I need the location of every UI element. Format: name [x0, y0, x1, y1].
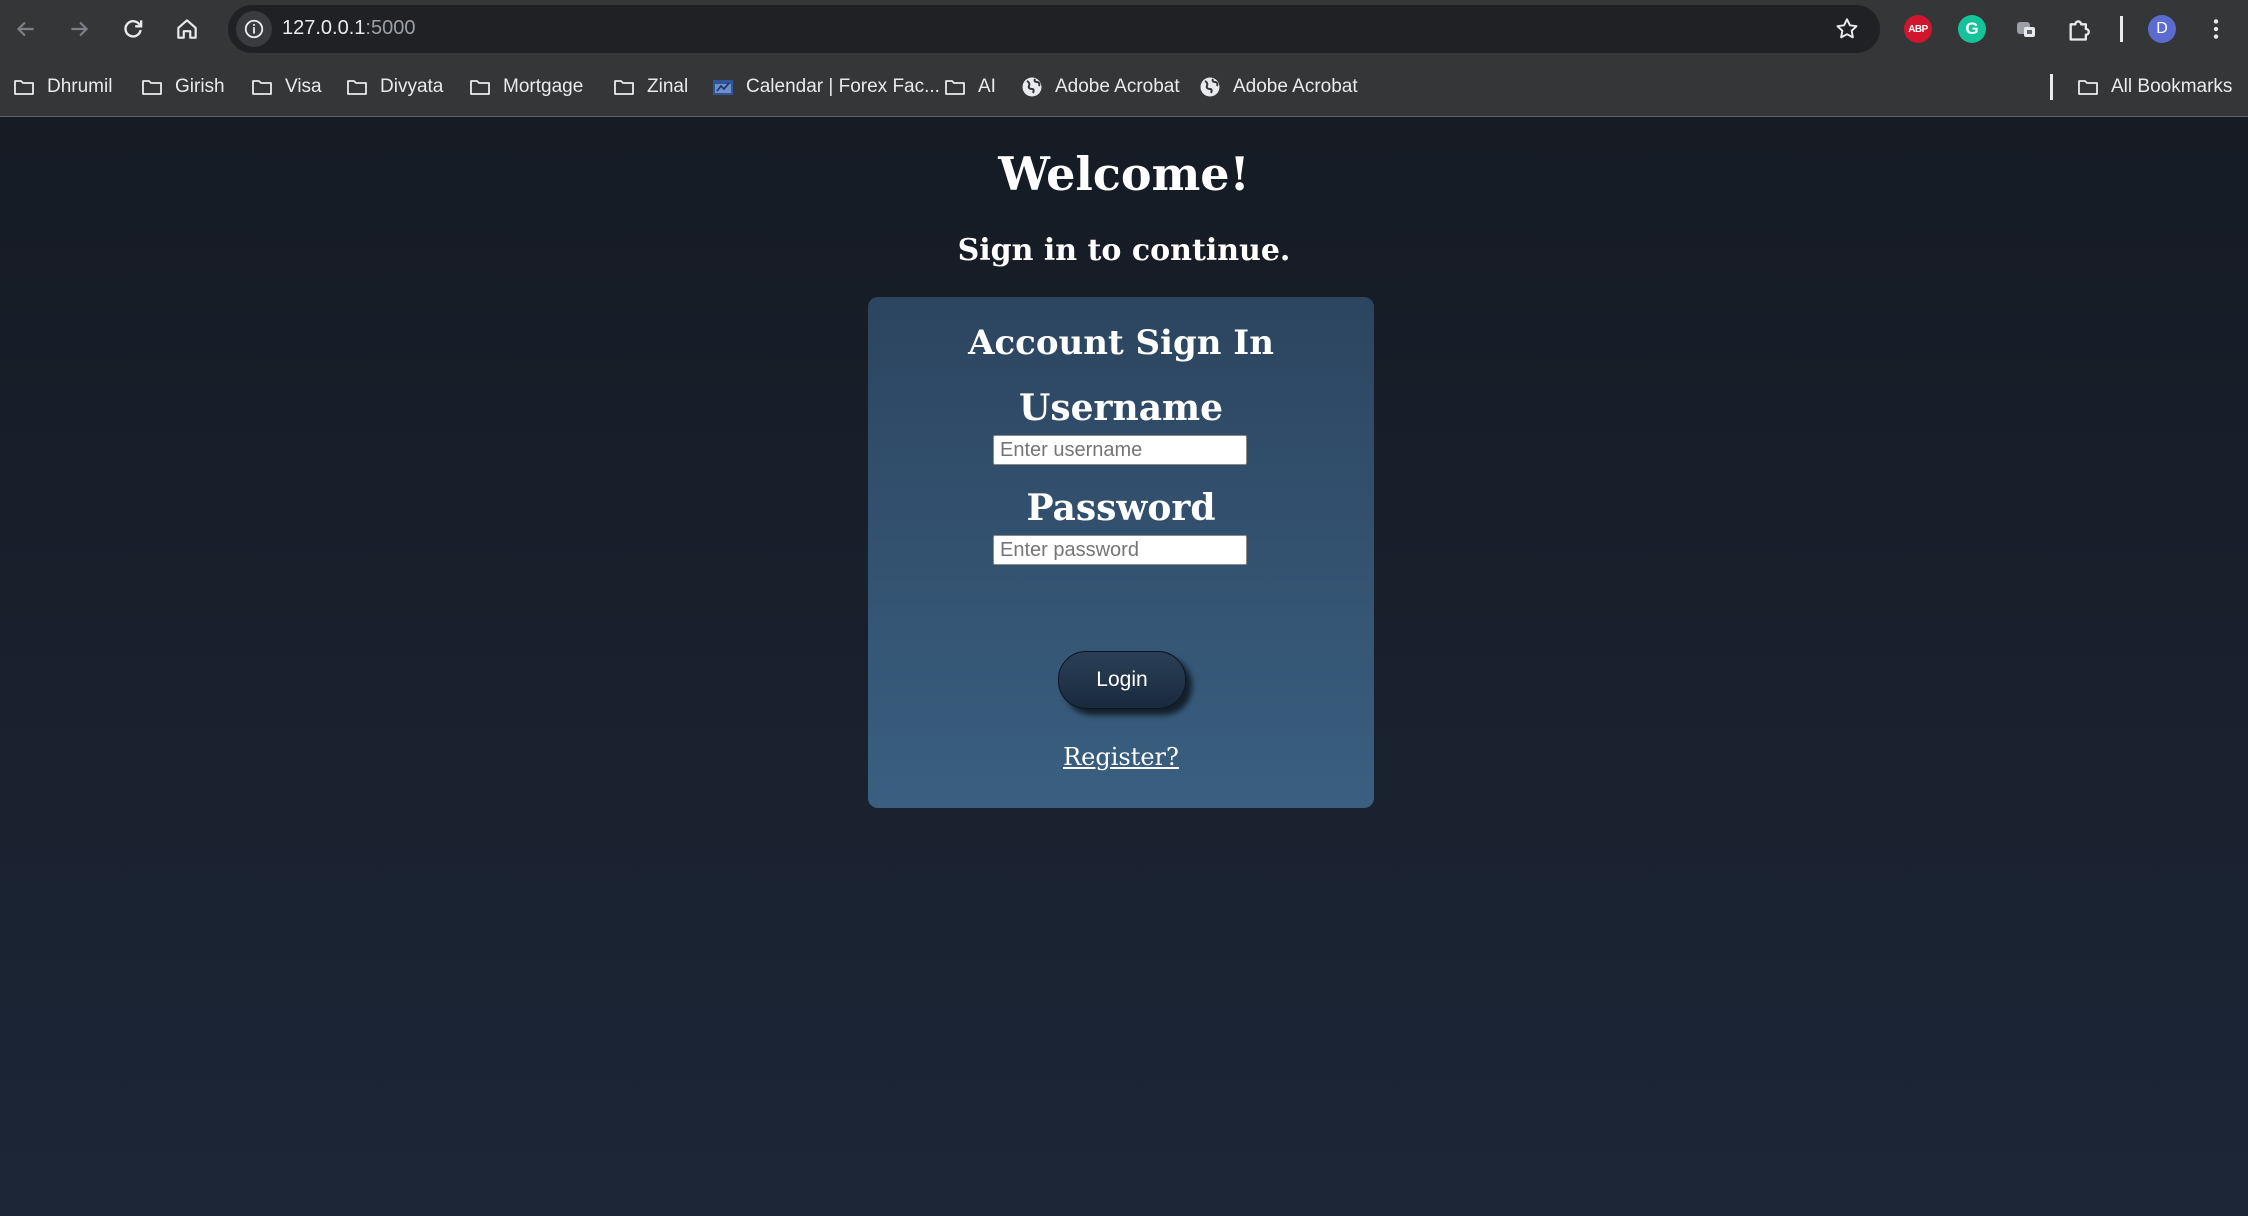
- folder-icon: [2078, 80, 2098, 95]
- bookmark-forex-calendar[interactable]: Calendar | Forex Fac...: [711, 72, 940, 102]
- url-text[interactable]: 127.0.0.1:5000: [282, 17, 415, 40]
- site-info-button[interactable]: [236, 11, 272, 47]
- all-bookmarks-label: All Bookmarks: [2111, 76, 2233, 97]
- card-title: Account Sign In: [968, 323, 1274, 363]
- register-link[interactable]: Register?: [868, 743, 1374, 771]
- more-vert-icon: [2213, 19, 2219, 39]
- profile-initial: D: [2156, 20, 2168, 37]
- grammarly-extension[interactable]: G: [1958, 15, 1986, 43]
- globe-icon: [1022, 77, 1042, 97]
- info-icon: [244, 19, 264, 39]
- address-bar[interactable]: 127.0.0.1:5000: [228, 5, 1880, 53]
- browser-menu-button[interactable]: [2202, 15, 2230, 43]
- toolbar-separator: [2120, 16, 2123, 42]
- reload-icon: [124, 20, 143, 38]
- bookmark-adobe-acrobat-1[interactable]: Adobe Acrobat: [1020, 72, 1180, 102]
- forward-button[interactable]: [60, 10, 98, 48]
- bookmark-star-icon[interactable]: [1834, 16, 1860, 42]
- arrow-right-icon: [71, 21, 89, 37]
- abp-label: ABP: [1908, 23, 1928, 35]
- bookmark-dhrumil[interactable]: Dhrumil: [12, 72, 112, 102]
- extensions-menu-button[interactable]: [2066, 15, 2094, 43]
- folder-icon: [142, 80, 162, 95]
- welcome-heading: Welcome!: [998, 147, 1250, 201]
- folder-icon: [252, 80, 272, 95]
- bookmark-mortgage[interactable]: Mortgage: [468, 72, 583, 102]
- folder-icon: [945, 80, 965, 95]
- bookmark-adobe-acrobat-2[interactable]: Adobe Acrobat: [1198, 72, 1358, 102]
- bookmark-label: Adobe Acrobat: [1055, 76, 1180, 97]
- bookmark-label: Visa: [285, 76, 322, 97]
- bookmark-divyata[interactable]: Divyata: [345, 72, 443, 102]
- bookmark-girish[interactable]: Girish: [140, 72, 225, 102]
- profile-avatar[interactable]: D: [2148, 15, 2176, 43]
- home-button[interactable]: [168, 10, 206, 48]
- bookmark-label: Calendar | Forex Fac...: [746, 76, 940, 97]
- reload-button[interactable]: [114, 10, 152, 48]
- bookmark-zinal[interactable]: Zinal: [612, 72, 688, 102]
- bookmarks-bar: Dhrumil Girish Visa Divyata Mortgage Zin…: [0, 58, 2248, 117]
- bookmarks-separator: [2050, 74, 2053, 100]
- sign-in-card: Account Sign In Username Password Login …: [868, 297, 1374, 808]
- browser-toolbar: 127.0.0.1:5000 ABP G D: [0, 0, 2248, 58]
- bookmark-label: Divyata: [380, 76, 444, 97]
- back-button[interactable]: [7, 10, 45, 48]
- home-icon: [177, 19, 197, 39]
- bookmark-label: Mortgage: [503, 76, 584, 97]
- extension-generic[interactable]: [2012, 15, 2040, 43]
- calendar-favicon-icon: [713, 80, 733, 95]
- bookmark-visa[interactable]: Visa: [250, 72, 322, 102]
- folder-icon: [470, 80, 490, 95]
- folder-icon: [347, 80, 367, 95]
- extension-badge-icon: [2017, 22, 2035, 37]
- bookmark-label: AI: [978, 76, 996, 97]
- url-port: :5000: [365, 17, 416, 39]
- bookmark-label: Adobe Acrobat: [1233, 76, 1358, 97]
- puzzle-icon: [2069, 20, 2090, 41]
- login-button[interactable]: Login: [1058, 651, 1186, 709]
- login-button-label: Login: [1096, 668, 1148, 691]
- username-input[interactable]: [993, 435, 1247, 465]
- username-label: Username: [1018, 387, 1224, 429]
- bookmark-label: Girish: [175, 76, 225, 97]
- folder-icon: [614, 80, 634, 95]
- bookmark-ai[interactable]: AI: [943, 72, 996, 102]
- password-label: Password: [1026, 487, 1216, 529]
- arrow-left-icon: [16, 21, 34, 37]
- all-bookmarks-button[interactable]: All Bookmarks: [2076, 72, 2232, 102]
- bookmark-label: Zinal: [647, 76, 689, 97]
- folder-icon: [14, 80, 34, 95]
- globe-icon: [1200, 77, 1220, 97]
- grammarly-label: G: [1965, 19, 1979, 38]
- subtitle-heading: Sign in to continue.: [957, 233, 1291, 268]
- page-content: Welcome! Sign in to continue. Account Si…: [0, 117, 2248, 1216]
- bookmark-label: Dhrumil: [47, 76, 113, 97]
- adblock-plus-extension[interactable]: ABP: [1904, 15, 1932, 43]
- password-input[interactable]: [993, 535, 1247, 565]
- url-host: 127.0.0.1: [282, 17, 366, 39]
